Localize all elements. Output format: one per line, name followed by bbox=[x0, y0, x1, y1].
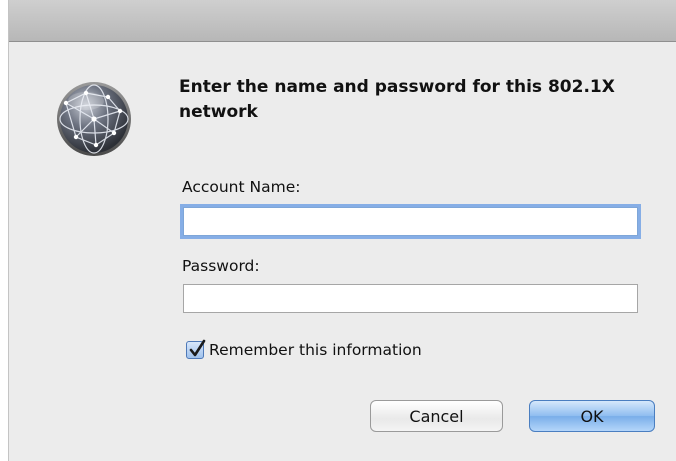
remember-checkbox[interactable] bbox=[186, 339, 206, 359]
network-globe-icon bbox=[56, 81, 132, 157]
cancel-button-label: Cancel bbox=[409, 406, 464, 426]
ok-button[interactable]: OK bbox=[529, 400, 655, 432]
password-field[interactable] bbox=[183, 284, 638, 313]
password-label: Password: bbox=[182, 257, 260, 275]
remember-label: Remember this information bbox=[209, 341, 422, 359]
cancel-button[interactable]: Cancel bbox=[370, 400, 503, 432]
checkmark-icon bbox=[189, 339, 206, 357]
account-name-field[interactable] bbox=[183, 207, 638, 236]
remember-row[interactable]: Remember this information bbox=[186, 339, 422, 359]
network-auth-dialog: Enter the name and password for this 802… bbox=[8, 0, 676, 461]
dialog-content: Enter the name and password for this 802… bbox=[9, 42, 676, 461]
account-name-label: Account Name: bbox=[182, 178, 301, 196]
ok-button-label: OK bbox=[580, 406, 604, 426]
title-bar[interactable] bbox=[9, 0, 676, 42]
dialog-heading: Enter the name and password for this 802… bbox=[179, 77, 615, 122]
